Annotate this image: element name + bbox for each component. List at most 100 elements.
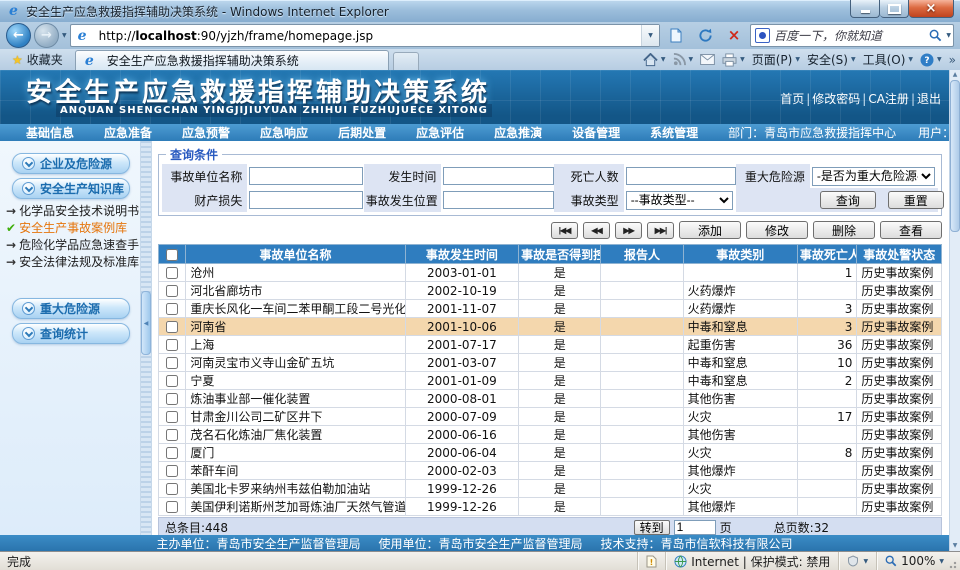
row-checkbox[interactable] (166, 429, 178, 441)
sidebar-group-query-stats[interactable]: 查询统计 (12, 323, 130, 344)
splitter-collapse-handle[interactable] (141, 291, 151, 355)
home-button[interactable] (643, 53, 666, 67)
view-button[interactable]: 查看 (880, 221, 942, 239)
nav-item[interactable]: 后期处置 (338, 124, 386, 141)
row-checkbox[interactable] (166, 357, 178, 369)
active-tab[interactable]: 安全生产应急救援指挥辅助决策系统 (75, 50, 389, 71)
table-row[interactable]: 重庆长风化一车间二苯甲酮工段二号光化釜2001-11-07是火药爆炸3历史事故案… (159, 300, 942, 318)
delete-button[interactable]: 删除 (813, 221, 875, 239)
nav-item[interactable]: 应急评估 (416, 124, 464, 141)
print-button[interactable] (722, 53, 745, 67)
reset-button[interactable]: 重置 (888, 191, 944, 209)
sidebar-splitter[interactable] (140, 141, 152, 535)
scroll-down-icon[interactable] (953, 541, 958, 551)
help-menu[interactable]: ? (920, 53, 942, 67)
table-row[interactable]: 宁夏2001-01-09是中毒和窒息2历史事故案例 (159, 372, 942, 390)
property-loss-input[interactable] (249, 191, 363, 209)
minimize-button[interactable] (850, 0, 880, 18)
history-dropdown-icon[interactable] (62, 32, 67, 39)
safety-menu[interactable]: 安全(S) (807, 51, 856, 68)
overflow-chevron-icon[interactable] (949, 53, 956, 67)
sidebar-item[interactable]: 安全法律法规及标准库 (6, 254, 140, 271)
sidebar-group-major-hazard[interactable]: 重大危险源 (12, 298, 130, 319)
protected-mode-pane[interactable] (838, 552, 876, 570)
goto-page-input[interactable] (674, 520, 716, 535)
deaths-input[interactable] (626, 167, 736, 185)
modify-button[interactable]: 修改 (746, 221, 808, 239)
scroll-up-icon[interactable] (953, 70, 958, 80)
row-checkbox[interactable] (166, 483, 178, 495)
sidebar-group-knowledge-base[interactable]: 安全生产知识库 (12, 178, 130, 199)
tools-menu[interactable]: 工具(O) (863, 51, 913, 68)
table-row[interactable]: 沧州2003-01-01是1历史事故案例 (159, 264, 942, 282)
close-button[interactable]: × (909, 0, 954, 18)
address-field[interactable]: http://localhost:90/yjzh/frame/homepage.… (70, 24, 660, 47)
table-row[interactable]: 厦门2000-06-04是火灾8历史事故案例 (159, 444, 942, 462)
nav-item[interactable]: 应急推演 (494, 124, 542, 141)
row-checkbox[interactable] (166, 393, 178, 405)
row-checkbox[interactable] (166, 465, 178, 477)
last-page-button[interactable]: ▶▶| (647, 222, 674, 239)
sidebar-item[interactable]: 危险化学品应急速查手... (6, 237, 140, 254)
read-mail-button[interactable] (700, 54, 715, 65)
location-input[interactable] (443, 191, 553, 209)
new-tab-button[interactable] (393, 52, 419, 70)
nav-item[interactable]: 应急准备 (104, 124, 152, 141)
nav-item[interactable]: 设备管理 (572, 124, 620, 141)
row-checkbox[interactable] (166, 285, 178, 297)
forward-button[interactable] (34, 23, 59, 48)
row-checkbox[interactable] (166, 303, 178, 315)
table-row[interactable]: 甘肃金川公司二矿区井下2000-07-09是火灾17历史事故案例 (159, 408, 942, 426)
row-checkbox[interactable] (166, 447, 178, 459)
goto-page-button[interactable]: 转到 (634, 520, 670, 535)
search-dropdown-icon[interactable] (946, 32, 951, 39)
scrollbar-thumb[interactable] (950, 80, 960, 232)
sidebar-item[interactable]: 化学品安全技术说明书 (6, 203, 140, 220)
sidebar-group-enterprise-hazard[interactable]: 企业及危险源 (12, 153, 130, 174)
compatibility-view-button[interactable] (663, 24, 689, 48)
page-scrollbar[interactable] (949, 70, 960, 551)
banner-link[interactable]: 首页 (780, 92, 804, 106)
page-menu[interactable]: 页面(P) (752, 51, 800, 68)
url-dropdown-button[interactable] (641, 25, 659, 46)
nav-item[interactable]: 基础信息 (26, 124, 74, 141)
nav-item[interactable]: 应急响应 (260, 124, 308, 141)
zoom-control[interactable]: 100% (876, 552, 960, 570)
back-button[interactable] (6, 23, 31, 48)
row-checkbox[interactable] (166, 267, 178, 279)
row-checkbox[interactable] (166, 411, 178, 423)
select-all-checkbox[interactable] (166, 249, 178, 261)
unit-name-input[interactable] (249, 167, 363, 185)
resize-grip[interactable] (949, 559, 959, 569)
row-checkbox[interactable] (166, 321, 178, 333)
banner-link[interactable]: 退出 (917, 92, 941, 106)
major-hazard-select[interactable]: -是否为重大危险源- (812, 167, 935, 186)
magnifier-icon[interactable] (929, 29, 942, 42)
table-row[interactable]: 茂名石化炼油厂焦化装置2000-06-16是其他伤害历史事故案例 (159, 426, 942, 444)
feeds-button[interactable] (673, 53, 694, 66)
table-row[interactable]: 上海2001-07-17是起重伤害36历史事故案例 (159, 336, 942, 354)
table-row[interactable]: 苯酐车间2000-02-03是其他爆炸历史事故案例 (159, 462, 942, 480)
banner-link[interactable]: CA注册 (868, 92, 909, 106)
table-row[interactable]: 河北省廊坊市2002-10-19是火药爆炸历史事故案例 (159, 282, 942, 300)
table-row[interactable]: 河南省2001-10-06是中毒和窒息3历史事故案例 (159, 318, 942, 336)
row-checkbox[interactable] (166, 375, 178, 387)
nav-item[interactable]: 应急预警 (182, 124, 230, 141)
maximize-button[interactable] (880, 0, 909, 18)
table-row[interactable]: 美国伊利诺斯州芝加哥炼油厂天然气管道1999-12-26是其他爆炸历史事故案例 (159, 498, 942, 516)
first-page-button[interactable]: |◀◀ (551, 222, 578, 239)
refresh-button[interactable] (692, 24, 718, 48)
next-page-button[interactable]: ▶▶ (615, 222, 642, 239)
row-checkbox[interactable] (166, 501, 178, 513)
table-row[interactable]: 河南灵宝市义寺山金矿五坑2001-03-07是中毒和窒息10历史事故案例 (159, 354, 942, 372)
row-checkbox[interactable] (166, 339, 178, 351)
stop-button[interactable] (721, 24, 747, 48)
accident-type-select[interactable]: --事故类型-- (626, 191, 733, 210)
banner-link[interactable]: 修改密码 (812, 92, 860, 106)
add-button[interactable]: 添加 (679, 221, 741, 239)
favorites-button[interactable]: 收藏夹 (4, 50, 71, 69)
occur-time-input[interactable] (443, 167, 553, 185)
sidebar-item[interactable]: 安全生产事故案例库 (6, 220, 140, 237)
search-box[interactable]: 百度一下，你就知道 (750, 24, 954, 47)
nav-item[interactable]: 系统管理 (650, 124, 698, 141)
